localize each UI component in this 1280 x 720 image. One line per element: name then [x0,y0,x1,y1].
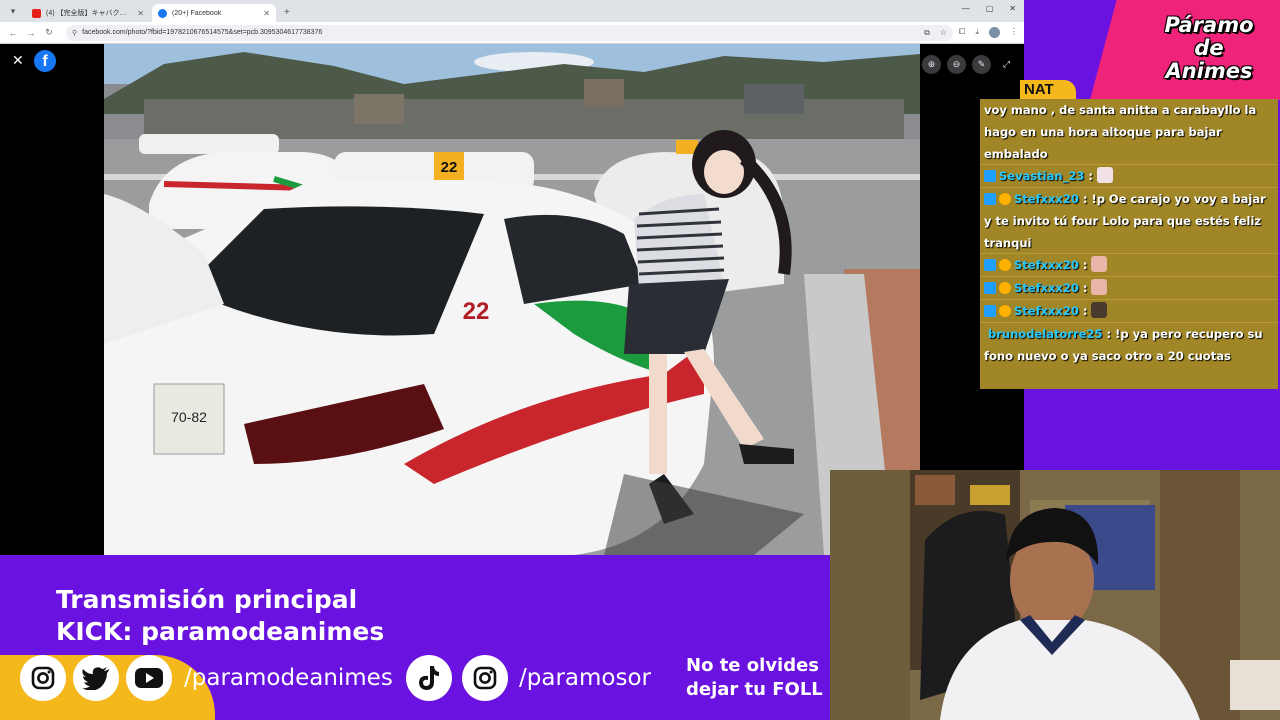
chat-user: Sevastian_23 [999,169,1085,183]
reminder-line-2: dejar tu FOLL [686,679,823,700]
tab-close-icon[interactable]: ✕ [137,9,144,18]
chat-message: Stefxxx20 : [980,277,1278,300]
banner-line-1: Transmisión principal [56,585,358,614]
chat-box: voy mano , de santa anitta a carabayllo … [980,99,1278,389]
tab-title: (20+) Facebook [172,9,222,17]
chat-user: Stefxxx20 [1014,281,1079,295]
chat-user: brunodelatorre25 [988,327,1103,341]
reload-icon[interactable]: ↻ [42,27,56,38]
sub-badge-icon [999,305,1011,317]
kick-badge-icon [984,193,996,205]
youtube-icon [32,8,41,18]
emote-icon [1091,256,1108,272]
photo-image: 70-82 22 22 [104,44,920,555]
banner-title: Transmisión principal KICK: paramodeanim… [56,584,384,648]
browser-toolbar: ← → ↻ ⚲ facebook.com/photo/?fbid=1978210… [0,22,1024,44]
sub-badge-icon [999,259,1011,271]
svg-text:22: 22 [463,298,490,325]
close-icon[interactable]: ✕ [12,52,24,69]
window-controls: — ▢ ✕ [962,4,1016,13]
chat-message: Stefxxx20 : !p Oe carajo yo voy a bajar … [980,188,1278,254]
kick-badge-icon [984,305,996,317]
tab-close-icon[interactable]: ✕ [263,9,270,18]
emote-icon [1096,167,1113,183]
brand-line-1: Páramo [1164,13,1254,37]
tab-bar: ▾ (4) 【完全版】キャバクラ… ✕ (20+) Facebook ✕ + —… [0,0,1024,22]
tab-search-icon[interactable]: ▾ [6,4,20,18]
zoom-out-icon[interactable]: ⊖ [947,55,966,74]
chat-user: Stefxxx20 [1014,192,1079,206]
forward-icon[interactable]: → [24,28,38,38]
instagram-icon [462,655,508,701]
kick-badge-icon [984,282,996,294]
address-bar[interactable]: ⚲ facebook.com/photo/?fbid=1978210676514… [66,24,954,41]
tab-title: (4) 【完全版】キャバクラ… [46,10,134,17]
tab-facebook[interactable]: (20+) Facebook ✕ [152,4,276,22]
install-icon[interactable]: ⧉ [924,28,930,38]
zoom-in-icon[interactable]: ⊕ [922,55,941,74]
maximize-icon[interactable]: ▢ [986,4,994,13]
url-text: facebook.com/photo/?fbid=197821067651457… [82,29,323,36]
minimize-icon[interactable]: — [962,4,970,13]
chat-message: Stefxxx20 : [980,300,1278,323]
follow-reminder: No te olvides dejar tu FOLL [686,654,823,702]
webcam-feed [830,470,1280,720]
sub-badge-icon [999,193,1011,205]
sub-badge-icon [999,282,1011,294]
chat-message: voy mano , de santa anitta a carabayllo … [980,99,1278,165]
chat-message: brunodelatorre25 : !p ya pero recupero s… [984,327,1263,363]
close-window-icon[interactable]: ✕ [1009,4,1016,13]
back-icon[interactable]: ← [6,28,20,38]
social-handle-1: /paramodeanimes [184,665,393,691]
downloads-icon[interactable]: ⤓ [975,27,979,38]
facebook-logo-icon[interactable]: f [34,50,56,72]
tag-icon[interactable]: ✎ [972,55,991,74]
tiktok-icon [406,655,452,701]
new-tab-icon[interactable]: + [284,7,290,18]
kick-badge-icon [984,170,996,182]
banner-line-2: KICK: paramodeanimes [56,617,385,646]
viewer-tools: ⊕ ⊖ ✎ ⤢ [922,55,1016,74]
chat-user: Stefxxx20 [1014,258,1079,272]
emote-icon [1091,302,1108,318]
site-info-icon[interactable]: ⚲ [72,29,77,37]
reminder-line-1: No te olvides [686,655,820,676]
social-handle-2: /paramosor [519,665,651,691]
menu-icon[interactable]: ⋮ [1010,27,1018,38]
svg-text:22: 22 [441,159,458,176]
chat-text: voy mano , de santa anitta a carabayllo … [984,103,1257,161]
chat-label: NAT [1020,80,1076,100]
photo-illustration: 70-82 22 22 [104,44,920,555]
brand-line-2: de [1194,36,1224,60]
svg-text:70-82: 70-82 [171,409,207,425]
kick-badge-icon [984,259,996,271]
chat-message: Sevastian_23 : [980,165,1278,188]
brand-logo: Páramo de Animes [1140,14,1278,83]
youtube-icon [126,655,172,701]
extensions-icon[interactable]: ⧠ [959,27,965,38]
facebook-icon [158,8,167,18]
instagram-icon [20,655,66,701]
chat-user: Stefxxx20 [1014,304,1079,318]
emote-icon [1091,279,1108,295]
tab-youtube[interactable]: (4) 【完全版】キャバクラ… ✕ [26,4,150,22]
brand-line-3: Animes [1165,59,1253,83]
chat-message: Stefxxx20 : [980,254,1278,277]
bookmark-star-icon[interactable]: ☆ [940,28,947,38]
profile-avatar[interactable] [989,27,1000,38]
fullscreen-icon[interactable]: ⤢ [997,55,1016,74]
twitter-icon [73,655,119,701]
webcam-image [830,470,1280,720]
